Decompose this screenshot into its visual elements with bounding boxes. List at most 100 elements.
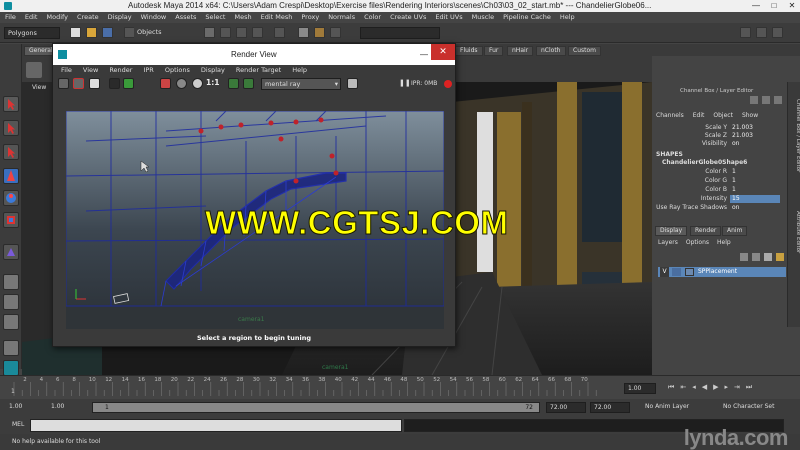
layout-graph-icon[interactable] [3, 360, 19, 376]
move-layer-down-icon[interactable] [752, 253, 760, 261]
menu-edit-mesh[interactable]: Edit Mesh [261, 12, 293, 23]
move-layer-up-icon[interactable] [740, 253, 748, 261]
select-tool-icon[interactable] [3, 96, 19, 112]
layer-menu-options[interactable]: Options [686, 239, 709, 246]
play-backward-icon[interactable]: ◀ [702, 383, 707, 392]
menu-muscle[interactable]: Muscle [472, 12, 495, 23]
rv-menu-render[interactable]: Render [109, 65, 132, 76]
cb-tab-icon[interactable] [774, 96, 782, 104]
menu-proxy[interactable]: Proxy [301, 12, 319, 23]
menu-display[interactable]: Display [108, 12, 132, 23]
menu-modify[interactable]: Modify [46, 12, 68, 23]
cb-tab-icon[interactable] [750, 96, 758, 104]
playback-end-field[interactable]: 72.00 [546, 402, 586, 413]
render-view-minimize-button[interactable]: — [420, 44, 430, 65]
command-input[interactable] [30, 419, 402, 432]
layout-outliner-icon[interactable] [3, 340, 19, 356]
cb-row[interactable]: Scale Z 21.003 [652, 132, 787, 140]
menu-color[interactable]: Color [364, 12, 381, 23]
rotate-tool-icon[interactable] [3, 190, 19, 206]
cb-row[interactable]: Visibility on [652, 140, 787, 148]
attr-value[interactable]: 21.003 [730, 124, 780, 132]
scale-tool-icon[interactable] [3, 212, 19, 228]
rv-menu-render-target[interactable]: Render Target [236, 65, 281, 76]
stop-render-icon[interactable] [444, 80, 452, 88]
menu-assets[interactable]: Assets [175, 12, 196, 23]
layer-tab-display[interactable]: Display [655, 226, 688, 236]
menu-edit[interactable]: Edit [25, 12, 38, 23]
renderer-dropdown[interactable]: mental ray ▾ [261, 78, 341, 90]
maximize-button[interactable]: □ [768, 0, 780, 12]
history-icon[interactable] [274, 27, 285, 38]
layout-single-icon[interactable] [3, 274, 19, 290]
attr-value[interactable]: 1 [730, 168, 780, 176]
menu-edit-uvs[interactable]: Edit UVs [435, 12, 462, 23]
end-time-field[interactable]: 72.00 [590, 402, 630, 413]
close-button[interactable]: ✕ [786, 0, 798, 12]
objects-selection-mode[interactable]: Objects [134, 27, 180, 39]
new-layer-selected-icon[interactable] [776, 253, 784, 261]
channel-box-toggle-icon[interactable] [756, 27, 767, 38]
step-back-frame-icon[interactable]: ◂ [692, 383, 696, 392]
character-set-dropdown[interactable]: No Character Set [712, 402, 792, 413]
render-view-window[interactable]: Render View — ✕ File View Render IPR Opt… [52, 43, 456, 347]
tab-channel-box[interactable]: Channel Box / Layer Editor [788, 86, 800, 186]
render-region-icon[interactable] [73, 78, 84, 89]
real-size-icon[interactable] [243, 78, 254, 89]
attr-value[interactable]: 1 [730, 177, 780, 185]
minimize-button[interactable]: — [750, 0, 762, 12]
menu-select[interactable]: Select [205, 12, 225, 23]
cb-row[interactable]: Color R 1 [652, 168, 787, 176]
snap-point-icon[interactable] [236, 27, 247, 38]
rv-menu-view[interactable]: View [83, 65, 98, 76]
ipr-render-icon[interactable] [314, 27, 325, 38]
manipulator-tool-icon[interactable] [3, 244, 19, 260]
alpha-channel-icon[interactable] [176, 78, 187, 89]
step-forward-frame-icon[interactable]: ▸ [724, 383, 728, 392]
render-view-close-button[interactable]: ✕ [431, 44, 455, 60]
layer-menu-help[interactable]: Help [717, 239, 731, 246]
shelf-menu-icon[interactable] [26, 62, 42, 78]
attr-value-selected[interactable]: 15 [730, 195, 780, 203]
open-scene-icon[interactable] [86, 27, 97, 38]
cb-row[interactable]: Color B 1 [652, 186, 787, 194]
shelf-tab-fur[interactable]: Fur [484, 46, 504, 56]
cb-row[interactable]: Color G 1 [652, 177, 787, 185]
menu-create[interactable]: Create [77, 12, 99, 23]
layer-tab-anim[interactable]: Anim [722, 226, 748, 236]
menu-normals[interactable]: Normals [328, 12, 355, 23]
save-scene-icon[interactable] [102, 27, 113, 38]
rv-menu-options[interactable]: Options [165, 65, 190, 76]
cb-menu-show[interactable]: Show [742, 112, 758, 122]
sidebar-toggle-icon[interactable] [740, 27, 751, 38]
playback-start-field[interactable]: 1.00 [48, 402, 90, 413]
go-to-start-icon[interactable]: ⏮ [668, 383, 674, 392]
step-back-key-icon[interactable]: ⇤ [680, 383, 686, 392]
rv-menu-file[interactable]: File [61, 65, 72, 76]
shelf-tab-fluids[interactable]: Fluids [455, 46, 483, 56]
move-tool-icon[interactable] [3, 168, 19, 184]
ipr-refresh-icon[interactable] [109, 78, 120, 89]
rv-menu-help[interactable]: Help [292, 65, 307, 76]
layer-template-toggle[interactable] [672, 268, 681, 276]
render-settings-icon[interactable] [347, 78, 358, 89]
new-scene-icon[interactable] [70, 27, 81, 38]
snap-plane-icon[interactable] [252, 27, 263, 38]
ipr-reload-icon[interactable] [123, 78, 134, 89]
time-slider[interactable]: 1 2 4 6 8 10 12 14 16 18 20 22 24 26 28 30 32 34 36 38 40 42… [0, 375, 800, 399]
go-to-end-icon[interactable]: ⏭ [746, 383, 752, 392]
step-forward-key-icon[interactable]: ⇥ [734, 383, 740, 392]
layer-menu-layers[interactable]: Layers [658, 239, 678, 246]
luminance-icon[interactable] [192, 78, 203, 89]
cb-tab-icon[interactable] [762, 96, 770, 104]
current-frame-field[interactable]: 1.00 [624, 383, 656, 394]
menuset-dropdown[interactable]: Polygons [4, 27, 60, 39]
menu-file[interactable]: File [5, 12, 16, 23]
quick-select-field[interactable] [360, 27, 440, 39]
command-language-label[interactable]: MEL [12, 421, 24, 428]
render-frame-icon[interactable] [298, 27, 309, 38]
rgb-channels-icon[interactable] [160, 78, 171, 89]
frame-image-icon[interactable] [228, 78, 239, 89]
menu-mesh[interactable]: Mesh [234, 12, 251, 23]
anim-layer-dropdown[interactable]: No Anim Layer [634, 402, 708, 413]
